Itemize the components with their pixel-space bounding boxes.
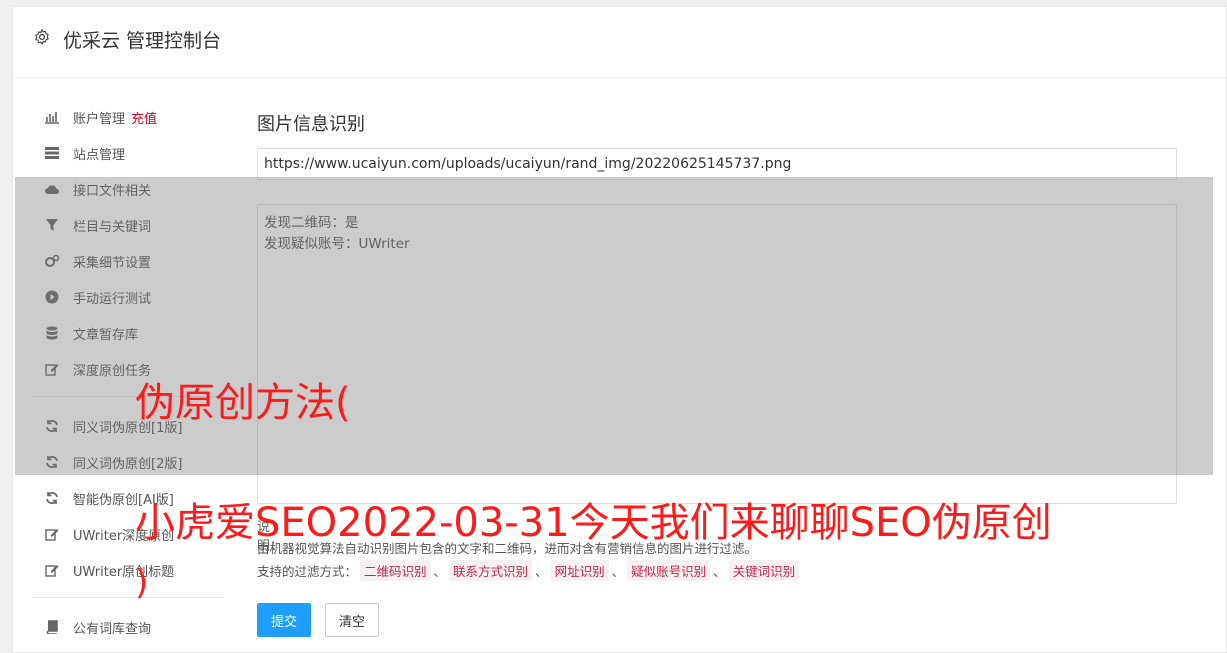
filter-separator: 、 [611,564,625,579]
section-title: 图片信息识别 [257,114,365,135]
sidebar-item-label: UWriter原创标题 [73,564,175,580]
submit-button[interactable]: 提交 [257,603,311,637]
sidebar-item-account[interactable]: 账户管理 充值 [43,106,157,128]
recharge-link[interactable]: 充值 [131,108,157,127]
watermark-text: 伪原创方法( [135,380,351,426]
filter-tag: 网址识别 [550,560,609,581]
sidebar-divider [33,597,223,598]
sidebar-item-label: 账户管理 [73,111,126,127]
server-icon [43,145,61,161]
edit-icon [43,526,61,542]
watermark-text: ) [135,563,149,603]
filter-separator: 、 [433,564,447,579]
filter-tag: 关键词识别 [728,560,800,581]
filter-prefix: 支持的过滤方式： [257,564,358,579]
watermark-text: 小虎爱SEO2022-03-31今天我们来聊聊SEO伪原创 [135,500,1052,546]
sidebar-item-uwriter-title[interactable]: UWriter原创标题 [43,559,174,581]
edit-icon [43,562,61,578]
image-url-input[interactable] [257,148,1177,180]
clear-button[interactable]: 清空 [325,603,379,637]
page-title: 优采云 管理控制台 [63,30,222,52]
filter-methods: 支持的过滤方式： 二维码识别 、 联系方式识别 、 网址识别 、 疑似账号识别 … [257,560,802,581]
gear-icon [35,28,49,46]
sidebar-item-label: 站点管理 [73,147,126,163]
filter-tag: 二维码识别 [360,560,431,581]
filter-tag: 疑似账号识别 [627,560,711,581]
sidebar-item-public-thesaurus[interactable]: 公有词库查询 [43,616,151,638]
book-icon [43,619,61,635]
filter-tag: 联系方式识别 [449,560,533,581]
gray-overlay [15,177,1213,475]
sidebar-item-sites[interactable]: 站点管理 [43,142,125,164]
refresh-icon [43,490,61,506]
sidebar-item-label: 公有词库查询 [73,621,152,637]
bar-chart-icon [43,109,61,125]
filter-separator: 、 [535,564,548,579]
page-header: 优采云 管理控制台 [13,7,1226,78]
filter-separator: 、 [713,564,726,579]
